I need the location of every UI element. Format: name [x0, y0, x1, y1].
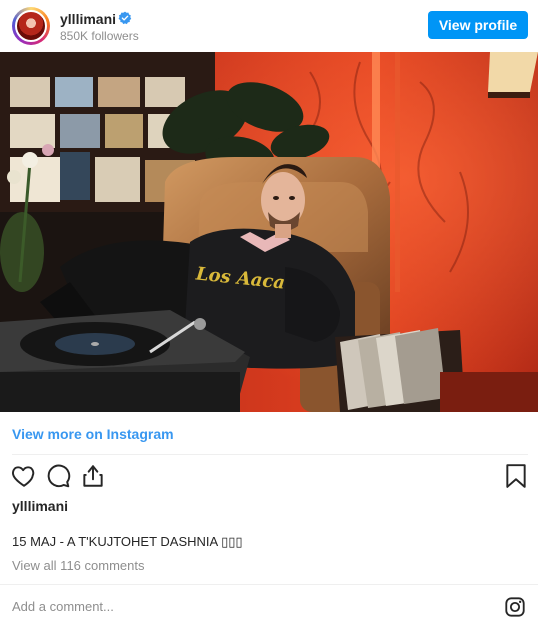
avatar[interactable]	[12, 7, 50, 45]
instagram-logo-icon[interactable]	[504, 596, 526, 618]
divider	[12, 454, 528, 455]
view-more-link[interactable]: View more on Instagram	[12, 426, 174, 442]
post-header: ylllimani 850K followers View profile	[0, 0, 538, 52]
post-photo[interactable]: Los Aaca	[0, 52, 538, 412]
username-link[interactable]: ylllimani	[60, 11, 116, 27]
follower-count: 850K followers	[60, 29, 139, 43]
instagram-embed: ylllimani 850K followers View profile Lo…	[0, 0, 538, 624]
heart-icon[interactable]	[11, 463, 37, 489]
post-caption: 15 MAJ - A T'KUJTOHET DASHNIA ▯▯▯	[12, 534, 243, 549]
footer-divider	[0, 584, 538, 585]
avatar-image	[15, 10, 47, 42]
comment-bubble-icon[interactable]	[45, 463, 71, 489]
add-comment-input[interactable]: Add a comment...	[12, 599, 114, 614]
photo-illustration: Los Aaca	[0, 52, 538, 412]
bookmark-icon[interactable]	[503, 463, 529, 489]
post-username[interactable]: ylllimani	[12, 498, 68, 514]
verified-badge-icon	[118, 11, 132, 25]
share-icon[interactable]	[80, 463, 106, 489]
view-profile-button[interactable]: View profile	[428, 11, 528, 39]
view-comments-link[interactable]: View all 116 comments	[12, 558, 144, 573]
